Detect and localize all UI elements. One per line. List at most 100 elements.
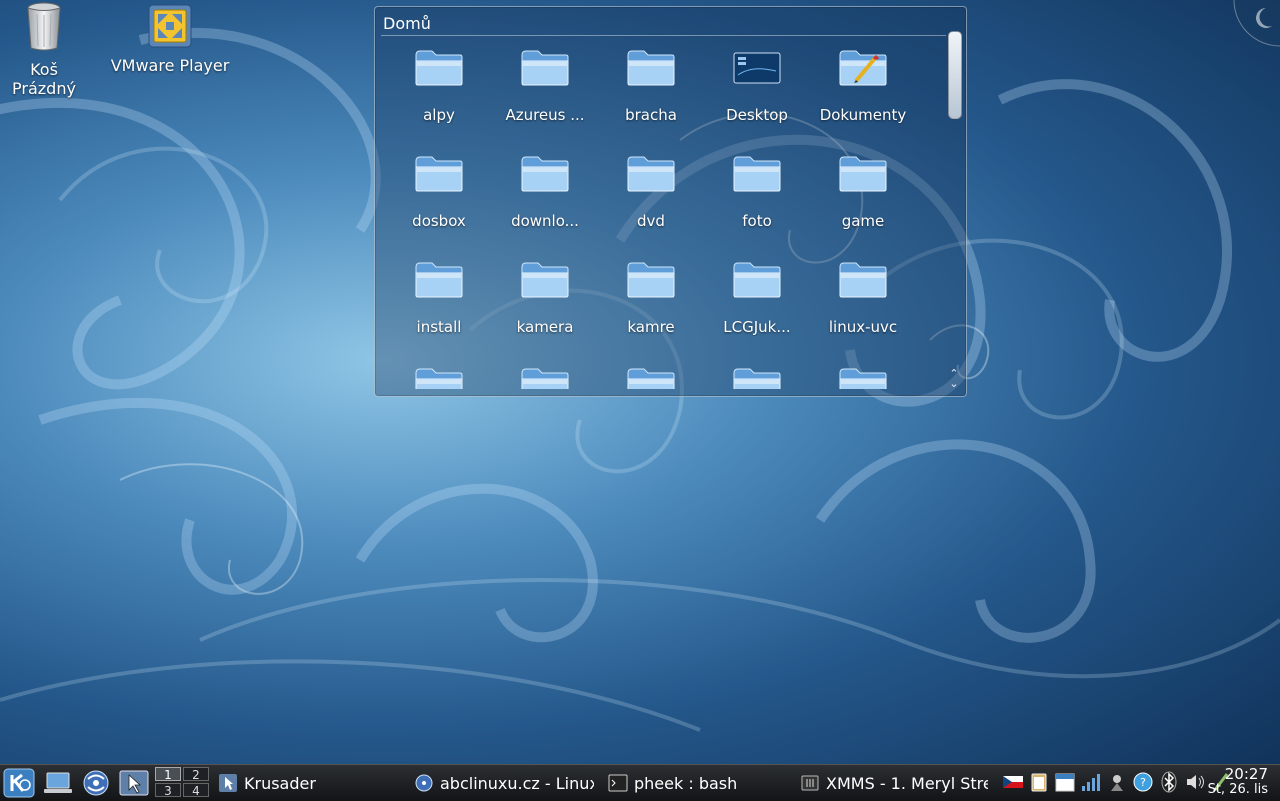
folder-icon bbox=[627, 262, 675, 298]
folder-item-foto[interactable]: foto bbox=[709, 153, 805, 230]
update-notifier-icon[interactable] bbox=[1106, 771, 1128, 793]
folder-item-dosbox[interactable]: dosbox bbox=[391, 153, 487, 230]
task-konqueror[interactable]: abclinuxu.cz - Linux bbox=[414, 765, 594, 801]
task-xmms[interactable]: XMMS - 1. Meryl Stree bbox=[800, 765, 988, 801]
scroll-arrows[interactable]: ⌃ ⌄ bbox=[948, 368, 960, 393]
desktop-toolbox-icon[interactable] bbox=[1232, 0, 1280, 48]
trash-bin-icon bbox=[27, 2, 61, 51]
task-terminal[interactable]: pheek : bash bbox=[608, 765, 788, 801]
clock-time: 20:27 bbox=[1224, 765, 1268, 783]
folder-item-alpy[interactable]: alpy bbox=[391, 47, 487, 124]
vmware-player-label: VMware Player bbox=[110, 56, 230, 75]
task-label: pheek : bash bbox=[634, 773, 738, 793]
folder-icon bbox=[415, 368, 463, 389]
folder-item-dvd[interactable]: dvd bbox=[603, 153, 699, 230]
folder-item-bracha[interactable]: bracha bbox=[603, 47, 699, 124]
folder-item-azureus[interactable]: Azureus ... bbox=[497, 47, 593, 124]
pager-desktop-2[interactable]: 2 bbox=[183, 767, 209, 782]
folder-item-kamre[interactable]: kamre bbox=[603, 259, 699, 336]
folder-item-linux-uvc[interactable]: linux-uvc bbox=[815, 259, 911, 336]
folder-view-scrollbar[interactable]: ⌃ ⌄ bbox=[948, 31, 962, 393]
folder-item-partial[interactable] bbox=[391, 365, 487, 389]
folder-item-partial[interactable] bbox=[497, 365, 593, 389]
folder-item-partial[interactable] bbox=[815, 365, 911, 389]
folder-item-label: downlo... bbox=[511, 212, 579, 230]
clipboard-icon[interactable] bbox=[1028, 771, 1050, 793]
system-tray: ? bbox=[1002, 771, 1232, 795]
folder-icon bbox=[415, 262, 463, 298]
terminal-icon bbox=[608, 774, 628, 792]
bluetooth-icon[interactable] bbox=[1158, 771, 1180, 793]
vmware-player-icon bbox=[148, 4, 192, 48]
folder-item-install[interactable]: install bbox=[391, 259, 487, 336]
folder-icon bbox=[415, 50, 463, 86]
task-label: Krusader bbox=[244, 773, 316, 793]
folder-item-dokumenty[interactable]: Dokumenty bbox=[815, 47, 911, 124]
folder-item-label: kamre bbox=[627, 318, 675, 336]
folder-item-downlo[interactable]: downlo... bbox=[497, 153, 593, 230]
pager-desktop-4[interactable]: 4 bbox=[183, 783, 209, 798]
folder-icon bbox=[839, 156, 887, 192]
calendar-icon[interactable] bbox=[1054, 771, 1076, 793]
folder-icon bbox=[733, 262, 781, 298]
desktop-pager[interactable]: 1 2 3 4 bbox=[155, 767, 211, 799]
vmware-player-desktop-icon[interactable]: VMware Player bbox=[108, 4, 232, 75]
folder-item-label: game bbox=[841, 212, 885, 230]
network-signal-icon[interactable] bbox=[1080, 771, 1102, 793]
documents-folder-icon bbox=[839, 50, 887, 86]
folder-item-partial[interactable] bbox=[709, 365, 805, 389]
folder-view-widget[interactable]: Domů alpy Azureus ... bracha Desktop Dokumen… bbox=[374, 6, 967, 397]
task-krusader[interactable]: Krusader bbox=[218, 765, 398, 801]
folder-icon bbox=[733, 368, 781, 389]
folder-icon bbox=[521, 262, 569, 298]
trash-label-line2: Prázdný bbox=[12, 79, 76, 98]
folder-item-kamera[interactable]: kamera bbox=[497, 259, 593, 336]
krusader-icon bbox=[219, 774, 237, 792]
folder-item-label: Dokumenty bbox=[819, 106, 907, 124]
volume-icon[interactable] bbox=[1184, 771, 1206, 793]
krusader-launcher-icon[interactable] bbox=[118, 768, 150, 798]
show-desktop-icon[interactable] bbox=[42, 768, 74, 798]
folder-item-label: linux-uvc bbox=[828, 318, 898, 336]
folder-item-label: alpy bbox=[423, 106, 455, 124]
folder-item-label: dosbox bbox=[412, 212, 466, 230]
folder-item-desktop[interactable]: Desktop bbox=[709, 47, 805, 124]
task-label: XMMS - 1. Meryl Stree bbox=[826, 773, 988, 793]
folder-icon bbox=[415, 156, 463, 192]
folder-item-label: Desktop bbox=[726, 106, 788, 124]
scroll-down-arrow-icon[interactable]: ⌄ bbox=[948, 378, 960, 389]
folder-item-lcgjuk[interactable]: LCGJuk... bbox=[709, 259, 805, 336]
folder-icon bbox=[627, 368, 675, 389]
keyboard-layout-flag-icon[interactable] bbox=[1002, 771, 1024, 793]
konqueror-launcher-icon[interactable] bbox=[80, 768, 112, 798]
folder-icon bbox=[521, 368, 569, 389]
pager-desktop-3[interactable]: 3 bbox=[155, 783, 181, 798]
folder-icon bbox=[627, 50, 675, 86]
trash-label-line1: Koš bbox=[30, 60, 58, 79]
clock-date: St, 26. lis bbox=[1207, 782, 1268, 797]
trash-desktop-icon[interactable]: Koš Prázdný bbox=[8, 2, 80, 98]
help-assistant-icon[interactable]: ? bbox=[1132, 771, 1154, 793]
digital-clock[interactable]: 20:27 St, 26. lis bbox=[1207, 765, 1268, 798]
folder-item-label: bracha bbox=[625, 106, 677, 124]
folder-icon bbox=[627, 156, 675, 192]
folder-item-label: foto bbox=[742, 212, 772, 230]
konqueror-icon bbox=[415, 774, 433, 792]
folder-icon bbox=[733, 156, 781, 192]
folder-view-divider bbox=[381, 35, 946, 36]
task-label: abclinuxu.cz - Linux bbox=[440, 773, 594, 793]
taskbar: 1 2 3 4 Krusader abclinuxu.cz - Linux ph… bbox=[0, 764, 1280, 801]
scrollbar-thumb[interactable] bbox=[948, 31, 962, 119]
kde-menu-icon[interactable] bbox=[3, 768, 35, 798]
folder-icon bbox=[839, 262, 887, 298]
folder-item-partial[interactable] bbox=[603, 365, 699, 389]
pager-desktop-1[interactable]: 1 bbox=[155, 767, 181, 782]
folder-item-label: LCGJuk... bbox=[723, 318, 791, 336]
folder-item-label: install bbox=[416, 318, 462, 336]
folder-icon bbox=[521, 50, 569, 86]
folder-item-label: kamera bbox=[516, 318, 574, 336]
xmms-icon bbox=[801, 775, 819, 791]
folder-item-label: Azureus ... bbox=[505, 106, 585, 124]
folder-item-game[interactable]: game bbox=[815, 153, 911, 230]
desktop-folder-icon bbox=[733, 52, 781, 84]
